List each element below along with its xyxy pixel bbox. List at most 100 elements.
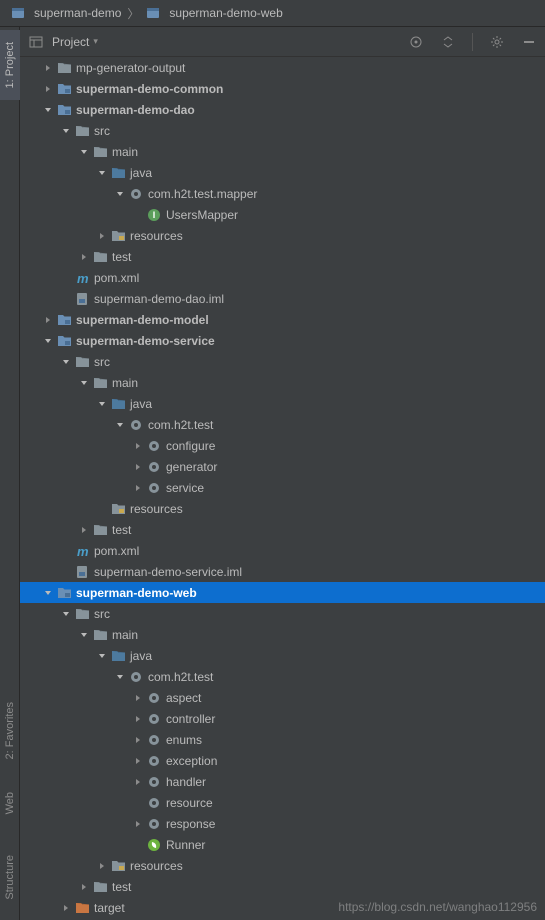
tree-row[interactable]: resources (20, 498, 545, 519)
tree-row[interactable]: enums (20, 729, 545, 750)
tree-row[interactable]: src (20, 351, 545, 372)
tree-row[interactable]: controller (20, 708, 545, 729)
tree-row[interactable]: configure (20, 435, 545, 456)
tree-row[interactable]: com.h2t.test (20, 414, 545, 435)
tree-row[interactable]: superman-demo-service.iml (20, 561, 545, 582)
chevron-down-icon[interactable] (76, 627, 92, 643)
tree-row[interactable]: resources (20, 225, 545, 246)
chevron-right-icon[interactable] (130, 690, 146, 706)
chevron-right-icon[interactable] (130, 732, 146, 748)
project-view-icon (28, 34, 44, 50)
tree-label: superman-demo-service.iml (94, 565, 242, 579)
side-tab-web[interactable]: Web (0, 778, 20, 828)
tree-row[interactable]: superman-demo-dao.iml (20, 288, 545, 309)
hide-icon[interactable] (521, 34, 537, 50)
chevron-right-icon[interactable] (130, 816, 146, 832)
tree-row[interactable]: response (20, 813, 545, 834)
tree-label: resources (130, 229, 183, 243)
chevron-down-icon[interactable] (40, 333, 56, 349)
project-tree[interactable]: mp-generator-outputsuperman-demo-commons… (20, 57, 545, 920)
chevron-right-icon[interactable] (40, 60, 56, 76)
tree-label: test (112, 880, 131, 894)
tree-row[interactable]: main (20, 141, 545, 162)
tree-row[interactable]: mp-generator-output (20, 57, 545, 78)
tree-row[interactable]: service (20, 477, 545, 498)
chevron-down-icon[interactable] (76, 375, 92, 391)
side-tab-favorites[interactable]: 2: Favorites (0, 692, 20, 770)
tree-row[interactable]: test (20, 519, 545, 540)
chevron-down-icon[interactable] (94, 648, 110, 664)
tree-row[interactable]: main (20, 372, 545, 393)
tree-row[interactable]: java (20, 162, 545, 183)
breadcrumb-item-0[interactable]: superman-demo (6, 5, 125, 21)
chevron-down-icon[interactable] (94, 396, 110, 412)
chevron-down-icon[interactable] (40, 585, 56, 601)
chevron-right-icon[interactable] (76, 522, 92, 538)
chevron-down-icon[interactable] (58, 123, 74, 139)
tree-row[interactable]: main (20, 624, 545, 645)
tree-row[interactable]: com.h2t.test (20, 666, 545, 687)
tree-row[interactable]: mpom.xml (20, 267, 545, 288)
maven-icon: m (74, 270, 90, 286)
chevron-right-icon[interactable] (130, 438, 146, 454)
collapse-icon[interactable] (440, 34, 456, 50)
gear-icon[interactable] (489, 34, 505, 50)
chevron-right-icon[interactable] (94, 228, 110, 244)
tree-row[interactable]: superman-demo-model (20, 309, 545, 330)
chevron-right-icon[interactable] (130, 753, 146, 769)
chevron-down-icon[interactable] (94, 165, 110, 181)
project-selector[interactable]: Project ▾ (28, 34, 98, 50)
tree-row[interactable]: src (20, 120, 545, 141)
tree-row[interactable]: test (20, 876, 545, 897)
chevron-down-icon[interactable] (58, 354, 74, 370)
side-tab-structure[interactable]: Structure (0, 842, 20, 912)
locate-icon[interactable] (408, 34, 424, 50)
tree-row[interactable]: exception (20, 750, 545, 771)
breadcrumb-item-1[interactable]: superman-demo-web (141, 5, 286, 21)
tree-row[interactable]: com.h2t.test.mapper (20, 183, 545, 204)
tree-row[interactable]: resource (20, 792, 545, 813)
chevron-right-icon: 〉 (127, 5, 139, 22)
tree-row[interactable]: Runner (20, 834, 545, 855)
tree-row[interactable]: java (20, 393, 545, 414)
arrow-none (58, 270, 74, 286)
tree-row[interactable]: test (20, 246, 545, 267)
chevron-down-icon[interactable] (76, 144, 92, 160)
tree-row[interactable]: handler (20, 771, 545, 792)
tree-label: java (130, 166, 152, 180)
tree-row[interactable]: superman-demo-common (20, 78, 545, 99)
chevron-down-icon[interactable] (58, 606, 74, 622)
chevron-right-icon[interactable] (130, 711, 146, 727)
chevron-down-icon[interactable] (112, 417, 128, 433)
tree-row[interactable]: superman-demo-service (20, 330, 545, 351)
res-folder-icon (110, 858, 126, 874)
tree-row[interactable]: java (20, 645, 545, 666)
tree-row[interactable]: aspect (20, 687, 545, 708)
module-icon (56, 333, 72, 349)
tree-row[interactable]: generator (20, 456, 545, 477)
chevron-down-icon[interactable] (112, 669, 128, 685)
arrow-none (58, 543, 74, 559)
tree-label: generator (166, 460, 217, 474)
tree-label: service (166, 481, 204, 495)
tree-row[interactable]: src (20, 603, 545, 624)
svg-text:I: I (153, 210, 156, 220)
chevron-down-icon[interactable] (40, 102, 56, 118)
chevron-down-icon[interactable] (112, 186, 128, 202)
chevron-right-icon[interactable] (76, 249, 92, 265)
chevron-right-icon[interactable] (40, 312, 56, 328)
chevron-right-icon[interactable] (76, 879, 92, 895)
chevron-right-icon[interactable] (40, 81, 56, 97)
tree-row[interactable]: IUsersMapper (20, 204, 545, 225)
chevron-right-icon[interactable] (130, 459, 146, 475)
tree-row[interactable]: superman-demo-dao (20, 99, 545, 120)
tree-label: resources (130, 502, 183, 516)
chevron-right-icon[interactable] (130, 480, 146, 496)
chevron-right-icon[interactable] (58, 900, 74, 916)
chevron-right-icon[interactable] (130, 774, 146, 790)
tree-row[interactable]: superman-demo-web (20, 582, 545, 603)
side-tab-project[interactable]: 1: Project (0, 30, 20, 100)
tree-row[interactable]: resources (20, 855, 545, 876)
tree-row[interactable]: mpom.xml (20, 540, 545, 561)
chevron-right-icon[interactable] (94, 858, 110, 874)
